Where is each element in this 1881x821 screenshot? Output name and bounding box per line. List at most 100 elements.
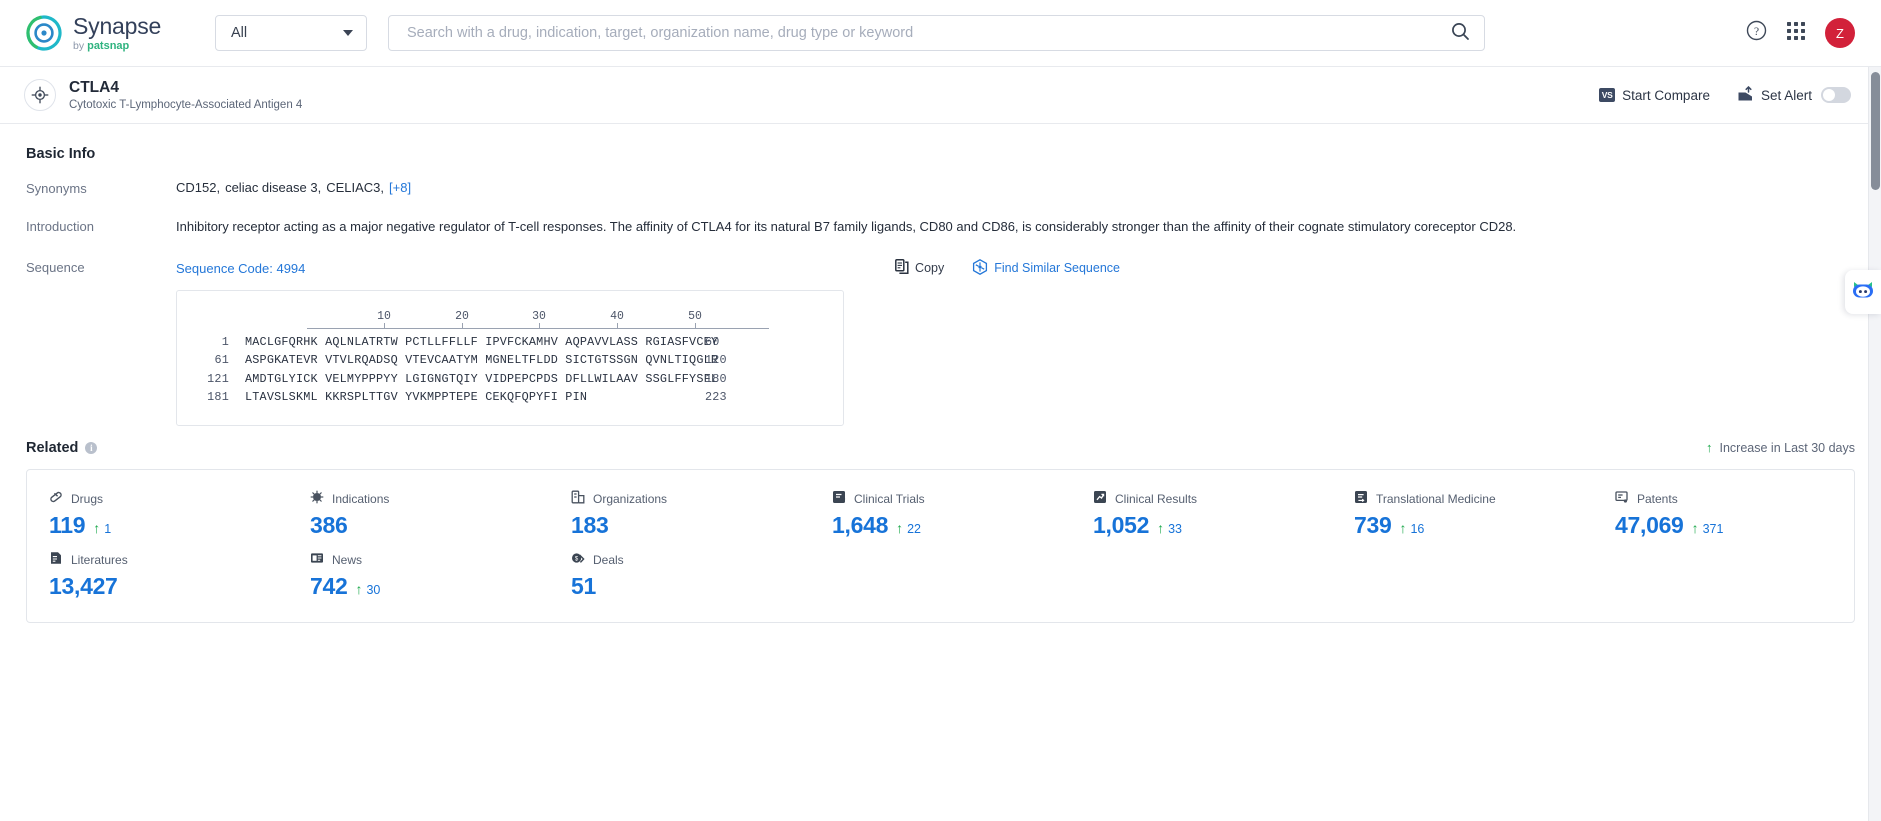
stat-label: Patents <box>1637 492 1678 507</box>
stat-value[interactable]: 739 <box>1354 512 1392 539</box>
stat-news[interactable]: News 742 ↑ 30 <box>288 551 549 600</box>
sequence-row: Sequence Sequence Code: 4994 Copy Find S… <box>26 258 1855 426</box>
sequence-start-index: 121 <box>207 371 229 386</box>
app-page: Synapse by patsnap All Search with a dru… <box>0 0 1881 821</box>
synonyms-show-more[interactable]: [+8] <box>389 180 411 195</box>
arrow-up-icon: ↑ <box>896 519 904 536</box>
sequence-end-index: 180 <box>705 371 727 386</box>
sequence-end-index: 223 <box>705 390 727 405</box>
help-button[interactable]: ? <box>1746 20 1767 46</box>
stat-patents[interactable]: Patents 47,069 ↑ 371 <box>1593 490 1854 539</box>
stat-literatures[interactable]: Literatures 13,427 <box>27 551 288 600</box>
synapse-logo-icon <box>26 15 62 51</box>
stat-value[interactable]: 183 <box>571 512 609 539</box>
search-submit-button[interactable] <box>1451 22 1470 44</box>
stat-label: News <box>332 553 363 568</box>
target-icon <box>24 79 56 111</box>
chat-assistant-button[interactable] <box>1845 270 1881 314</box>
related-stats-card: Drugs 119 ↑ 1 Indications 386 Organizati… <box>26 468 1855 623</box>
stat-translational-medicine[interactable]: Translational Medicine 739 ↑ 16 <box>1332 490 1593 539</box>
page-scrollbar-track[interactable] <box>1868 67 1881 821</box>
apps-button[interactable] <box>1787 21 1805 45</box>
stat-value[interactable]: 119 <box>49 512 86 539</box>
search-scope-select[interactable]: All <box>215 15 367 51</box>
sequence-residues: MACLGFQRHK AQLNLATRTW PCTLLFFLLF IPVFCKA… <box>245 334 719 349</box>
stat-delta: ↑ 1 <box>93 521 111 536</box>
clinical-trial-icon <box>832 490 846 509</box>
vs-icon: VS <box>1599 88 1616 102</box>
stat-drugs[interactable]: Drugs 119 ↑ 1 <box>27 490 288 539</box>
stat-label: Literatures <box>71 553 128 568</box>
search-icon <box>1451 22 1470 44</box>
search-input[interactable] <box>405 24 1451 42</box>
sequence-header: Sequence Code: 4994 Copy Find Similar Se… <box>176 258 1855 278</box>
help-circle-icon: ? <box>1746 20 1767 46</box>
brand-name: Synapse <box>73 12 162 39</box>
stat-value[interactable]: 51 <box>571 573 596 600</box>
set-alert-toggle[interactable] <box>1821 87 1851 103</box>
related-heading-text: Related <box>26 439 79 456</box>
results-chart-icon <box>1093 490 1107 509</box>
stat-label: Clinical Trials <box>854 492 925 507</box>
stat-deals[interactable]: $ Deals 51 <box>549 551 810 600</box>
global-search-box[interactable] <box>388 15 1485 51</box>
synonym-item: CELIAC3, <box>326 180 385 195</box>
basic-info-heading-text: Basic Info <box>26 146 96 162</box>
stat-value[interactable]: 386 <box>310 512 348 539</box>
arrow-up-icon: ↑ <box>93 519 101 536</box>
stat-clinical-trials[interactable]: Clinical Trials 1,648 ↑ 22 <box>810 490 1071 539</box>
stat-value[interactable]: 1,648 <box>832 512 888 539</box>
stat-indications[interactable]: Indications 386 <box>288 490 549 539</box>
stat-label: Deals <box>593 553 624 568</box>
stat-organizations[interactable]: Organizations 183 <box>549 490 810 539</box>
stat-delta: ↑ 30 <box>355 582 380 597</box>
main-content: Basic Info Synonyms CD152, celiac diseas… <box>0 124 1881 821</box>
basic-info-heading: Basic Info <box>26 146 1855 162</box>
stat-value[interactable]: 13,427 <box>49 573 118 600</box>
stat-value[interactable]: 742 <box>310 573 348 600</box>
copy-sequence-button[interactable]: Copy <box>895 259 944 277</box>
ruler-baseline <box>307 327 769 329</box>
page-scrollbar-thumb[interactable] <box>1871 72 1880 190</box>
brand-logo-area[interactable]: Synapse by patsnap <box>26 12 181 52</box>
introduction-row: Introduction Inhibitory receptor acting … <box>26 218 1855 237</box>
stat-label: Drugs <box>71 492 104 507</box>
stat-clinical-results[interactable]: Clinical Results 1,052 ↑ 33 <box>1071 490 1332 539</box>
find-similar-sequence-button[interactable]: Find Similar Sequence <box>972 258 1120 278</box>
synonym-item: celiac disease 3, <box>225 180 322 195</box>
stat-value[interactable]: 47,069 <box>1615 512 1684 539</box>
start-compare-button[interactable]: VS Start Compare <box>1599 88 1710 103</box>
virus-icon <box>310 490 324 509</box>
entity-subtitle: Cytotoxic T-Lymphocyte-Associated Antige… <box>69 99 303 112</box>
stat-delta: ↑ 371 <box>1692 521 1724 536</box>
stat-label: Organizations <box>593 492 668 507</box>
arrow-up-icon: ↑ <box>1157 519 1165 536</box>
sequence-end-index: 60 <box>705 334 720 349</box>
sequence-line: 121 AMDTGLYICK VELMYPPPYY LGIGNGTQIY VID… <box>199 370 821 389</box>
sequence-start-index: 181 <box>207 390 229 405</box>
copy-label: Copy <box>915 261 945 276</box>
synonym-item: CD152, <box>176 180 221 195</box>
stat-delta-value: 33 <box>1168 521 1182 536</box>
related-heading: Related i <box>26 439 98 456</box>
entity-header: CTLA4 Cytotoxic T-Lymphocyte-Associated … <box>0 67 1881 124</box>
ruler-tick: 10 <box>377 309 391 323</box>
stat-delta-value: 371 <box>1702 521 1724 536</box>
set-alert-control[interactable]: Set Alert <box>1737 85 1851 105</box>
start-compare-label: Start Compare <box>1622 87 1710 103</box>
stat-delta-value: 16 <box>1410 521 1425 536</box>
synonyms-label: Synonyms <box>26 181 87 196</box>
stat-delta: ↑ 33 <box>1157 521 1182 536</box>
ruler-tick: 50 <box>688 309 702 323</box>
brand-tagline-company: patsnap <box>87 39 130 52</box>
related-header: Related i ↑ Increase in Last 30 days <box>26 440 1855 456</box>
search-scope-value: All <box>231 25 248 41</box>
toggle-knob <box>1823 89 1835 101</box>
sequence-code-link[interactable]: Sequence Code: 4994 <box>176 261 305 276</box>
find-similar-icon <box>972 258 988 278</box>
ruler-tick: 30 <box>532 309 546 323</box>
avatar[interactable]: Z <box>1825 18 1855 48</box>
sequence-actions: Copy Find Similar Sequence <box>895 258 1120 278</box>
info-icon[interactable]: i <box>85 441 98 454</box>
stat-value[interactable]: 1,052 <box>1093 512 1149 539</box>
